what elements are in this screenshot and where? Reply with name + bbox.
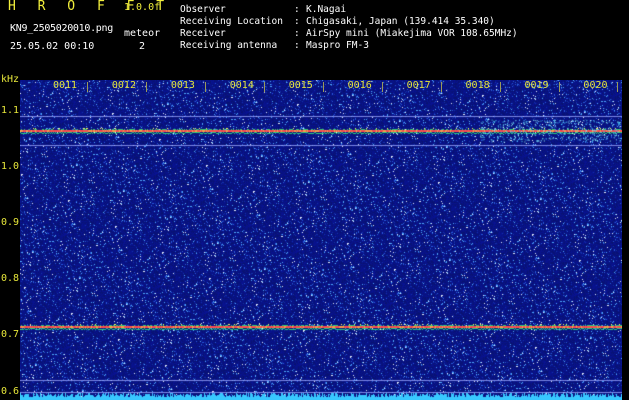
- x-tick-label: 0015: [288, 80, 313, 91]
- y-tick-label: 1.1: [1, 104, 20, 116]
- x-tick-label: 0011: [52, 80, 78, 91]
- x-tick-label: 0012: [111, 80, 136, 91]
- x-tick-mark: [499, 82, 501, 92]
- x-tick-mark: [440, 82, 442, 92]
- image-filename: KN9_2505020010.png: [10, 23, 113, 34]
- spectrogram-canvas[interactable]: [20, 80, 622, 400]
- x-tick-label: 0018: [465, 80, 490, 91]
- info-value: AirSpy mini (Miakejima VOR 108.65MHz): [306, 28, 518, 39]
- info-row-receiver: Receiver: AirSpy mini (Miakejima VOR 108.…: [180, 28, 518, 40]
- x-tick-mark: [617, 82, 619, 92]
- y-tick-label: 0.8: [1, 273, 20, 285]
- info-separator: :: [294, 40, 300, 51]
- y-tick-label: 0.7: [1, 329, 20, 341]
- x-tick-label: 0019: [524, 80, 549, 91]
- y-tick-label: 0.9: [1, 217, 20, 229]
- info-separator: :: [294, 28, 300, 39]
- x-tick-mark: [204, 82, 206, 92]
- info-row-antenna: Receiving antenna: Maspro FM-3: [180, 40, 518, 52]
- info-value: Maspro FM-3: [306, 40, 369, 51]
- info-key: Observer: [180, 4, 226, 15]
- x-tick-mark: [322, 82, 324, 92]
- x-tick-label: 0013: [170, 80, 195, 91]
- y-tick-label: 1.0: [1, 161, 20, 173]
- info-separator: :: [294, 16, 300, 27]
- meteor-count-label: meteor: [124, 28, 161, 39]
- info-key: Receiving antenna: [180, 40, 278, 51]
- info-row-observer: Observer: K.Nagai: [180, 4, 518, 16]
- info-key: Receiver: [180, 28, 226, 39]
- header-panel: H R O F F T 1.0.0f KN9_2505020010.png me…: [0, 0, 629, 74]
- info-row-location: Receiving Location: Chigasaki, Japan (139…: [180, 16, 518, 28]
- y-axis-unit-label: kHz: [1, 74, 20, 85]
- x-tick-label: 0016: [347, 80, 372, 91]
- observation-info-table: Observer: K.Nagai Receiving Location: Chig…: [180, 4, 518, 52]
- meteor-count-value: 2: [139, 41, 146, 52]
- info-value: Chigasaki, Japan (139.414 35.340): [306, 16, 495, 27]
- x-tick-mark: [87, 82, 88, 92]
- info-key: Receiving Location: [180, 16, 283, 27]
- x-tick-label: 0020: [583, 80, 608, 91]
- x-tick-label: 0014: [229, 80, 254, 91]
- x-tick-label: 0017: [406, 80, 431, 91]
- y-tick-label: 0.6: [1, 385, 20, 397]
- observation-timestamp: 25.05.02 00:10: [10, 41, 95, 52]
- x-tick-mark: [381, 82, 383, 92]
- x-tick-mark: [558, 82, 560, 92]
- x-tick-mark: [145, 82, 147, 92]
- app-version: 1.0.0f: [124, 2, 161, 13]
- info-separator: :: [294, 4, 300, 15]
- x-tick-mark: [263, 82, 265, 92]
- info-value: K.Nagai: [306, 4, 347, 15]
